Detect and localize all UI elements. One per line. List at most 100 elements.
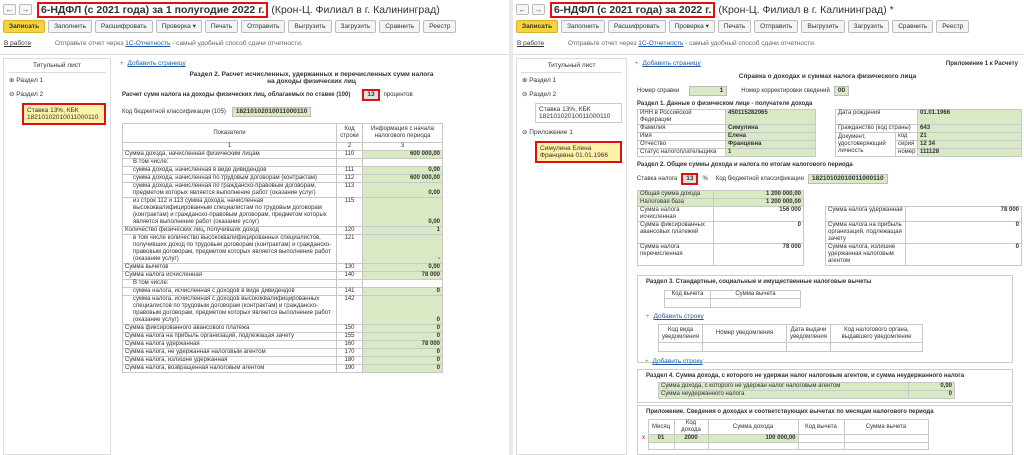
inn-field[interactable]: 450115282065 (725, 109, 816, 125)
indicator-value[interactable]: 0,00 (362, 182, 443, 198)
deduction-sum-cell[interactable] (710, 298, 801, 308)
notice-cell[interactable] (658, 342, 703, 352)
add-page-link[interactable]: Добавить страницу (128, 60, 186, 67)
empty-cell[interactable] (797, 442, 845, 450)
forward-button[interactable]: → (19, 4, 32, 15)
patronymic-field[interactable]: Францевна (725, 140, 816, 149)
tax-held-field[interactable]: 78 000 (905, 206, 1022, 222)
empty-cell[interactable] (707, 442, 799, 450)
check-menu-button[interactable]: Проверка ▾ (668, 20, 715, 33)
compare-button[interactable]: Сравнить (892, 20, 934, 33)
add-page-link[interactable]: Добавить страницу (643, 60, 701, 67)
send-button[interactable]: Отправить (241, 20, 286, 33)
decode-button[interactable]: Расшифровать (95, 20, 153, 33)
indicator-value[interactable]: 0 (362, 287, 443, 296)
indicator-value[interactable]: - (362, 234, 443, 264)
empty-cell[interactable] (647, 442, 675, 450)
indicator-value[interactable]: 0,00 (362, 197, 443, 227)
indicator-value[interactable]: 0 (362, 324, 443, 333)
back-button[interactable]: ← (516, 4, 529, 15)
forward-button[interactable]: → (532, 4, 545, 15)
nav-section-2[interactable]: ⊖ Раздел 2 (4, 87, 110, 101)
indicator-value[interactable]: 0 (362, 332, 443, 341)
surname-field[interactable]: Симулина (725, 124, 816, 133)
indicator-value[interactable] (362, 279, 443, 288)
profit-tax-field[interactable]: 0 (905, 221, 1022, 244)
empty-cell[interactable] (843, 442, 929, 450)
kbk-field[interactable]: 18210102010011000110 (231, 107, 312, 117)
indicator-value[interactable] (362, 158, 443, 167)
indicator-value[interactable]: 1 (362, 226, 443, 235)
fixed-payments-field[interactable]: 0 (713, 221, 804, 244)
reporting-service-link[interactable]: 1С-Отчетность (638, 40, 683, 47)
indicator-value[interactable]: 78 000 (362, 340, 443, 349)
rate-field[interactable]: 13 (362, 89, 380, 101)
nav-person[interactable]: Симулина Елена Францевна 01.01.1966 (535, 141, 622, 163)
status-field[interactable]: 1 (725, 148, 816, 157)
export-button[interactable]: Выгрузить (288, 20, 332, 33)
unwithheld-income-field[interactable]: 0,00 (908, 382, 955, 391)
indicator-value[interactable]: 0,00 (362, 166, 443, 175)
income-sum-cell[interactable]: 100 000,00 (707, 434, 799, 443)
indicator-value[interactable]: 78 000 (362, 271, 443, 280)
nav-section-1[interactable]: ⊕ Раздел 1 (517, 73, 626, 87)
deduction-code-cell[interactable] (797, 434, 845, 443)
nav-title-sheet[interactable]: Титульный лист (521, 59, 622, 73)
import-button[interactable]: Загрузить (847, 20, 890, 33)
income-code-cell[interactable]: 2000 (673, 434, 709, 443)
tax-base-field[interactable]: 1 200 000,00 (713, 198, 804, 207)
registry-button[interactable]: Реестр (423, 20, 457, 33)
add-row-link[interactable]: Добавить строку (653, 358, 703, 365)
month-cell[interactable]: 01 (647, 434, 675, 443)
name-field[interactable]: Елена (725, 132, 816, 141)
nav-rate-kbk[interactable]: Ставка 13%, КБК 18210102010011000110 (22, 103, 106, 125)
citizenship-field[interactable]: 643 (917, 124, 1023, 133)
nav-title-sheet[interactable]: Титульный лист (8, 59, 106, 73)
compare-button[interactable]: Сравнить (379, 20, 421, 33)
correction-field[interactable]: 00 (833, 86, 850, 96)
nav-section-1[interactable]: ⊕ Раздел 1 (4, 73, 110, 87)
notice-cell[interactable] (702, 342, 787, 352)
check-menu-button[interactable]: Проверка ▾ (155, 20, 202, 33)
send-button[interactable]: Отправить (754, 20, 799, 33)
indicator-value[interactable]: 0 (362, 364, 443, 373)
status-link[interactable]: В работе (4, 40, 31, 47)
decode-button[interactable]: Расшифровать (608, 20, 666, 33)
indicator-value[interactable]: 600 000,00 (362, 150, 443, 159)
cert-number-field[interactable]: 1 (689, 86, 728, 96)
indicator-value[interactable]: 0 (362, 356, 443, 365)
tax-transferred-field[interactable]: 78 000 (713, 243, 804, 266)
save-button[interactable]: Записать (516, 20, 559, 33)
indicator-value[interactable]: 0,00 (362, 263, 443, 272)
kbk-field[interactable]: 18210102010011000110 (807, 174, 888, 184)
nav-rate-kbk[interactable]: Ставка 13%, КБК 18210102010011000110 (535, 103, 622, 123)
empty-cell[interactable] (673, 442, 709, 450)
notice-cell[interactable] (830, 342, 923, 352)
export-button[interactable]: Выгрузить (801, 20, 845, 33)
status-link[interactable]: В работе (517, 40, 544, 47)
registry-button[interactable]: Реестр (936, 20, 970, 33)
indicator-value[interactable]: 0 (362, 295, 443, 325)
indicator-value[interactable]: 0 (362, 348, 443, 357)
back-button[interactable]: ← (3, 4, 16, 15)
save-button[interactable]: Записать (3, 20, 46, 33)
tax-calc-field[interactable]: 156 000 (713, 206, 804, 222)
rate-field[interactable]: 13 (681, 173, 699, 185)
add-row-link[interactable]: Добавить строку (654, 313, 704, 320)
doc-code-field[interactable]: 21 (917, 132, 1023, 141)
nav-section-2[interactable]: ⊖ Раздел 2 (517, 87, 626, 101)
unwithheld-tax-field[interactable]: 0 (908, 390, 955, 399)
reporting-service-link[interactable]: 1С-Отчетность (125, 40, 170, 47)
fill-button[interactable]: Заполнить (561, 20, 606, 33)
doc-series-field[interactable]: 12 34 (917, 140, 1023, 149)
import-button[interactable]: Загрузить (334, 20, 377, 33)
doc-number-field[interactable]: 111128 (917, 148, 1023, 157)
total-income-field[interactable]: 1 200 000,00 (713, 190, 804, 199)
fill-button[interactable]: Заполнить (48, 20, 93, 33)
deduction-code-cell[interactable] (664, 298, 711, 308)
nav-appendix-1[interactable]: ⊖ Приложение 1 (517, 125, 626, 139)
indicator-value[interactable]: 600 000,00 (362, 174, 443, 183)
notice-cell[interactable] (786, 342, 831, 352)
dob-field[interactable]: 01.01.1966 (917, 109, 1023, 125)
print-button[interactable]: Печать (204, 20, 239, 33)
